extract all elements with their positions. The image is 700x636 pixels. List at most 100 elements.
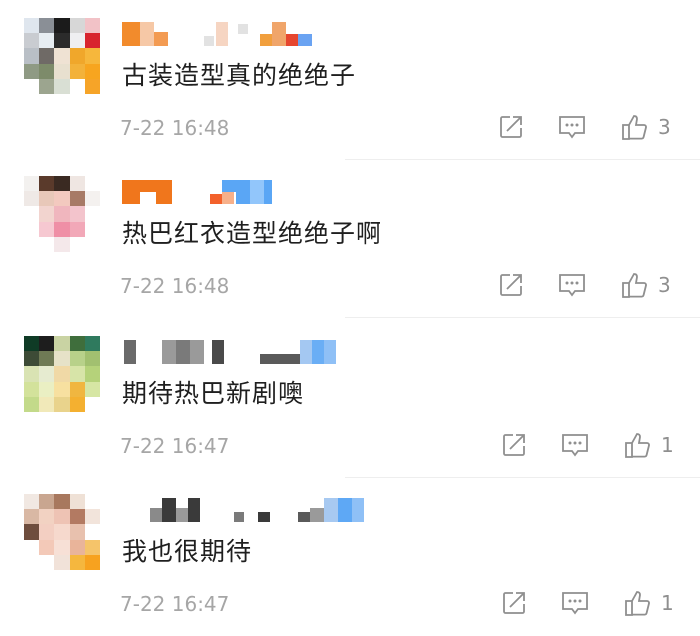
comment-time: 7-22 16:47 [120, 592, 230, 616]
avatar-pixel [54, 381, 70, 397]
avatar-pixel [84, 236, 100, 252]
avatar-pixel [69, 18, 85, 34]
username-pixelated[interactable] [122, 180, 322, 204]
avatar-pixel [54, 494, 70, 510]
avatar-pixel [84, 48, 100, 64]
username-pixelated[interactable] [122, 498, 364, 522]
avatar-pixel [54, 336, 70, 352]
comment-text: 古装造型真的绝绝子 [122, 61, 357, 90]
avatar-pixel [54, 524, 70, 540]
comment-text: 我也很期待 [122, 537, 253, 566]
share-icon [503, 434, 525, 456]
avatar-pixel [39, 78, 55, 94]
avatar-pixel [54, 221, 70, 237]
comment-item: 我也很期待 7-22 16:47 1 [0, 476, 700, 636]
like-count: 1 [661, 591, 674, 615]
avatar-pixel [39, 396, 55, 412]
avatar-pixel [84, 206, 100, 222]
avatar-pixel [24, 48, 40, 64]
avatar[interactable] [24, 336, 100, 412]
avatar-pixel [84, 524, 100, 540]
avatar-pixel [39, 554, 55, 570]
avatar-pixel [84, 381, 100, 397]
reply-button[interactable] [558, 586, 592, 620]
share-button[interactable] [494, 110, 528, 144]
avatar-pixel [24, 554, 40, 570]
comment-time: 7-22 16:48 [120, 116, 230, 140]
avatar-pixel [24, 381, 40, 397]
comment-text: 热巴红衣造型绝绝子啊 [122, 219, 383, 248]
avatar-pixel [39, 48, 55, 64]
avatar-pixel [54, 539, 70, 555]
avatar-pixel [69, 221, 85, 237]
avatar-pixel [39, 494, 55, 510]
username-pixelated[interactable] [122, 340, 336, 364]
avatar-pixel [24, 351, 40, 367]
avatar-pixel [54, 63, 70, 79]
avatar-pixel [84, 396, 100, 412]
avatar-pixel [54, 366, 70, 382]
avatar-pixel [54, 554, 70, 570]
avatar-pixel [69, 48, 85, 64]
avatar-pixel [24, 336, 40, 352]
avatar-pixel [24, 366, 40, 382]
avatar[interactable] [24, 176, 100, 252]
avatar-pixel [69, 33, 85, 49]
avatar-pixel [84, 509, 100, 525]
avatar-pixel [84, 494, 100, 510]
avatar-pixel [24, 396, 40, 412]
like-count: 3 [658, 115, 671, 139]
thumbs-up-icon [622, 115, 647, 140]
reply-button[interactable] [555, 110, 589, 144]
avatar-pixel [69, 78, 85, 94]
avatar-pixel [69, 524, 85, 540]
avatar-pixel [39, 336, 55, 352]
avatar-pixel [24, 33, 40, 49]
avatar-pixel [54, 351, 70, 367]
avatar[interactable] [24, 494, 100, 570]
share-button[interactable] [494, 268, 528, 302]
comment-time: 7-22 16:47 [120, 434, 230, 458]
avatar-pixel [69, 381, 85, 397]
avatar-pixel [84, 176, 100, 192]
avatar-pixel [84, 33, 100, 49]
avatar-pixel [54, 236, 70, 252]
share-button[interactable] [497, 586, 531, 620]
username-pixelated[interactable] [122, 22, 322, 46]
avatar-pixel [69, 554, 85, 570]
avatar-pixel [69, 351, 85, 367]
avatar-pixel [24, 63, 40, 79]
comment-icon [559, 274, 585, 297]
avatar-pixel [69, 191, 85, 207]
share-icon [503, 592, 525, 614]
like-button[interactable]: 1 [623, 586, 674, 620]
reply-button[interactable] [555, 268, 589, 302]
avatar-pixel [39, 509, 55, 525]
avatar-pixel [69, 206, 85, 222]
reply-button[interactable] [558, 428, 592, 462]
avatar-pixel [24, 18, 40, 34]
avatar-pixel [54, 206, 70, 222]
thumbs-up-icon [622, 273, 647, 298]
share-icon [500, 274, 522, 296]
avatar-pixel [39, 539, 55, 555]
share-button[interactable] [497, 428, 531, 462]
comment-icon [562, 592, 588, 615]
avatar-pixel [24, 509, 40, 525]
avatar-pixel [84, 554, 100, 570]
thumbs-up-icon [625, 433, 650, 458]
avatar-pixel [39, 63, 55, 79]
avatar-pixel [24, 539, 40, 555]
like-button[interactable]: 3 [620, 110, 671, 144]
avatar-pixel [24, 191, 40, 207]
avatar-pixel [54, 48, 70, 64]
like-button[interactable]: 1 [623, 428, 674, 462]
avatar-pixel [39, 176, 55, 192]
avatar-pixel [69, 176, 85, 192]
avatar[interactable] [24, 18, 100, 94]
like-button[interactable]: 3 [620, 268, 671, 302]
avatar-pixel [54, 191, 70, 207]
comment-item: 古装造型真的绝绝子 7-22 16:48 3 [0, 0, 700, 160]
comment-text: 期待热巴新剧噢 [122, 379, 305, 408]
avatar-pixel [54, 509, 70, 525]
